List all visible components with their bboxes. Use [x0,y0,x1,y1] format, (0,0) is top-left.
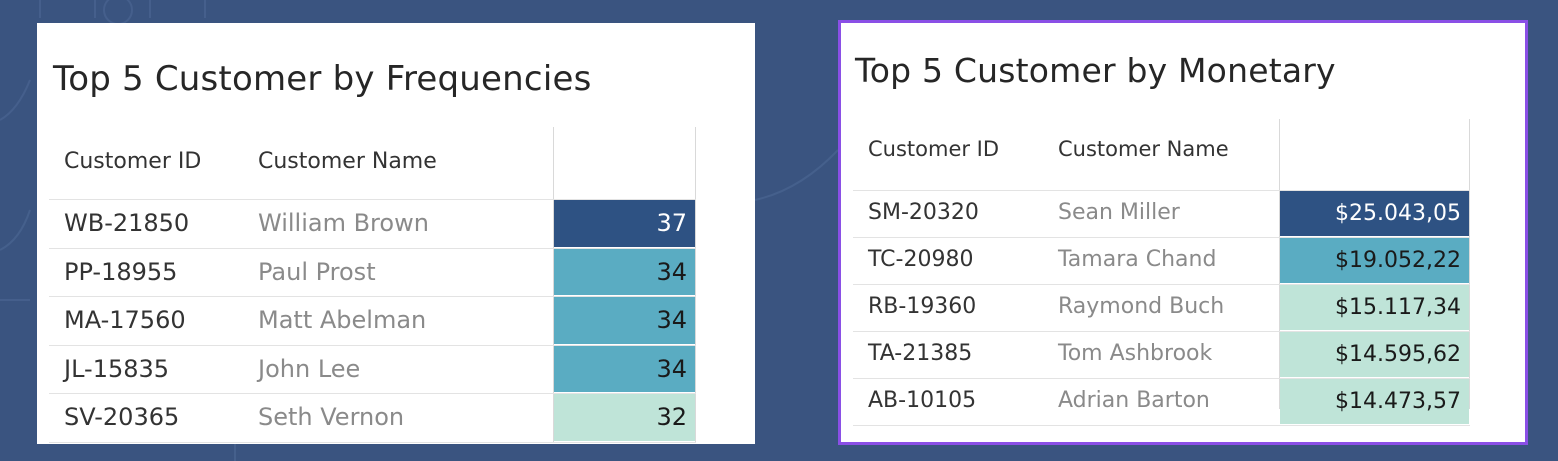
header-customer-name: Customer Name [258,149,437,174]
column-divider [1469,119,1470,409]
customer-name-cell: Raymond Buch [1058,294,1225,319]
customer-id-cell: MA-17560 [64,306,186,334]
customer-name-cell: Paul Prost [258,257,376,286]
customer-id-cell: SV-20365 [64,403,180,431]
customer-name-cell: Adrian Barton [1058,388,1210,413]
value-cell: 37 [554,200,695,247]
customer-name-cell: William Brown [258,209,429,237]
row-divider [853,425,1470,426]
customer-id-cell: AB-10105 [868,388,977,413]
customer-name-cell: Seth Vernon [258,403,405,431]
value-cell: 34 [554,297,695,344]
customer-id-cell: JL-15835 [64,354,170,383]
header-customer-id: Customer ID [868,137,1000,161]
customer-id-cell: SM-20320 [868,200,979,225]
frequency-title: Top 5 Customer by Frequencies [53,59,592,99]
customer-name-cell: John Lee [258,354,361,383]
value-cell: $14.595,62 [1280,332,1469,377]
customer-id-cell: RB-19360 [868,294,977,319]
monetary-title: Top 5 Customer by Monetary [855,51,1336,90]
monetary-panel[interactable]: Top 5 Customer by Monetary Customer ID C… [838,20,1528,445]
value-cell: 32 [554,394,695,441]
customer-id-cell: WB-21850 [64,209,190,237]
customer-name-cell: Tom Ashbrook [1058,341,1213,366]
customer-id-cell: PP-18955 [64,257,178,286]
value-cell: 34 [554,345,695,392]
value-cell: $15.117,34 [1280,285,1469,330]
value-cell: $14.473,57 [1280,379,1469,424]
row-divider [49,441,696,443]
customer-name-cell: Sean Miller [1058,200,1180,225]
column-divider [695,127,696,443]
frequency-panel: Top 5 Customer by Frequencies Customer I… [37,23,755,444]
customer-name-cell: Matt Abelman [258,306,427,334]
value-cell: $25.043,05 [1280,191,1469,236]
value-cell: 34 [554,248,695,295]
value-cell: $19.052,22 [1280,238,1469,283]
header-customer-id: Customer ID [64,149,202,174]
customer-id-cell: TC-20980 [868,247,974,272]
customer-id-cell: TA-21385 [868,341,973,366]
frequency-table: Customer ID Customer Name WB-21850 Willia… [49,127,696,443]
customer-name-cell: Tamara Chand [1058,247,1217,272]
monetary-table: Customer ID Customer Name SM-20320 Sean M… [853,119,1470,426]
header-customer-name: Customer Name [1058,137,1229,161]
